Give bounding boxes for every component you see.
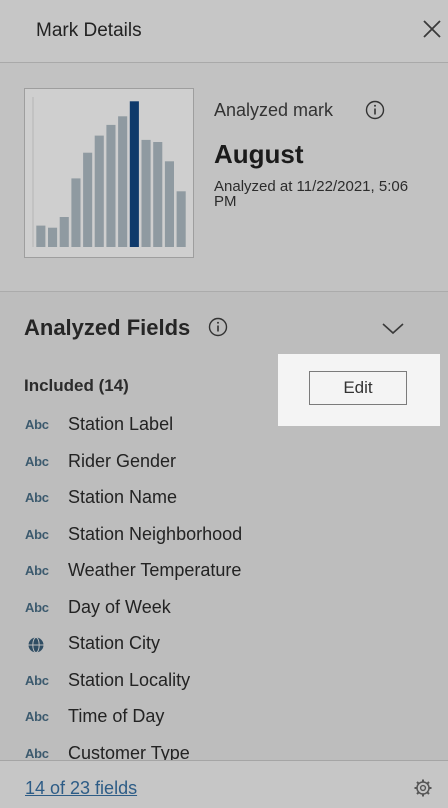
card-divider	[0, 291, 448, 292]
string-type-icon: Abc	[25, 490, 49, 505]
field-label: Station City	[68, 633, 161, 653]
field-label: Customer Type	[68, 742, 190, 761]
thumbnail-bar	[71, 178, 81, 247]
thumbnail-bar	[164, 161, 174, 247]
string-type-icon: Abc	[25, 453, 49, 469]
thumbnail-bar	[94, 135, 104, 247]
globe-icon	[28, 637, 44, 653]
string-type-icon: Abc	[25, 563, 49, 578]
field-label: Day of Week	[68, 596, 171, 617]
thumbnail-chart-svg	[32, 97, 186, 247]
analyzed-mark-label: Analyzed mark	[214, 100, 334, 120]
mark-details-panel: Mark Details Analyzed mark August Analyz…	[0, 0, 448, 808]
field-label: Station Name	[68, 487, 178, 507]
field-item[interactable]: Abc Rider Gender	[0, 445, 448, 481]
thumbnail-bar	[153, 142, 163, 247]
chevron-down-icon[interactable]	[380, 318, 406, 338]
field-list[interactable]: Abc Station Label Abc Rider Gender Abc Statio…	[0, 408, 448, 760]
string-type-icon: Abc	[25, 417, 49, 432]
mark-name: August	[214, 139, 304, 169]
panel-footer: 14 of 23 fields	[0, 761, 448, 808]
string-type-icon: Abc	[25, 709, 49, 724]
thumbnail-bar	[106, 124, 116, 247]
field-item[interactable]: Abc Station Locality	[0, 664, 448, 700]
string-type-icon: Abc	[25, 526, 49, 542]
field-item[interactable]: Abc Station Neighborhood	[0, 518, 448, 554]
field-item[interactable]: Abc Station Name	[0, 481, 448, 517]
panel-title: Mark Details	[36, 20, 142, 41]
field-label: Rider Gender	[68, 450, 177, 471]
analyzed-at-text: Analyzed at 11/22/2021, 5:06 PM	[214, 178, 409, 210]
field-item[interactable]: Abc Station Label	[0, 408, 448, 444]
info-icon[interactable]	[364, 99, 386, 121]
thumbnail-bar	[83, 152, 93, 247]
thumbnail-bar	[176, 191, 186, 247]
thumbnail-bar-highlighted	[129, 101, 139, 247]
thumbnail-bar	[36, 225, 46, 247]
field-label: Time of Day	[68, 706, 165, 726]
field-label: Station Neighborhood	[68, 523, 243, 544]
thumbnail-bar	[141, 139, 151, 247]
analyzed-fields-title: Analyzed Fields	[24, 315, 191, 340]
analyzed-mark-card: Analyzed mark August Analyzed at 11/22/2…	[0, 63, 448, 291]
field-label: Station Label	[68, 414, 174, 434]
panel-header: Mark Details	[0, 0, 448, 62]
thumbnail-bar	[48, 227, 58, 247]
string-type-icon: Abc	[25, 745, 49, 761]
close-icon[interactable]	[420, 17, 444, 41]
field-item[interactable]: Abc Day of Week	[0, 591, 448, 627]
string-type-icon: Abc	[25, 672, 49, 688]
included-count: Included (14)	[24, 376, 129, 395]
gear-icon[interactable]	[413, 778, 433, 798]
field-item[interactable]: Abc Customer Type	[0, 737, 448, 761]
field-item[interactable]: Abc Time of Day	[0, 700, 448, 736]
info-icon[interactable]	[207, 316, 229, 338]
string-type-icon: Abc	[25, 599, 49, 615]
mark-thumbnail-chart	[24, 88, 194, 258]
edit-button[interactable]: Edit	[309, 371, 407, 405]
field-item[interactable]: Station City	[0, 627, 448, 663]
thumbnail-bar	[59, 217, 69, 247]
thumbnail-bar	[118, 116, 128, 247]
field-label: Station Locality	[68, 669, 191, 690]
fields-count-link[interactable]: 14 of 23 fields	[25, 778, 137, 799]
field-label: Weather Temperature	[68, 560, 242, 580]
field-item[interactable]: Abc Weather Temperature	[0, 554, 448, 590]
